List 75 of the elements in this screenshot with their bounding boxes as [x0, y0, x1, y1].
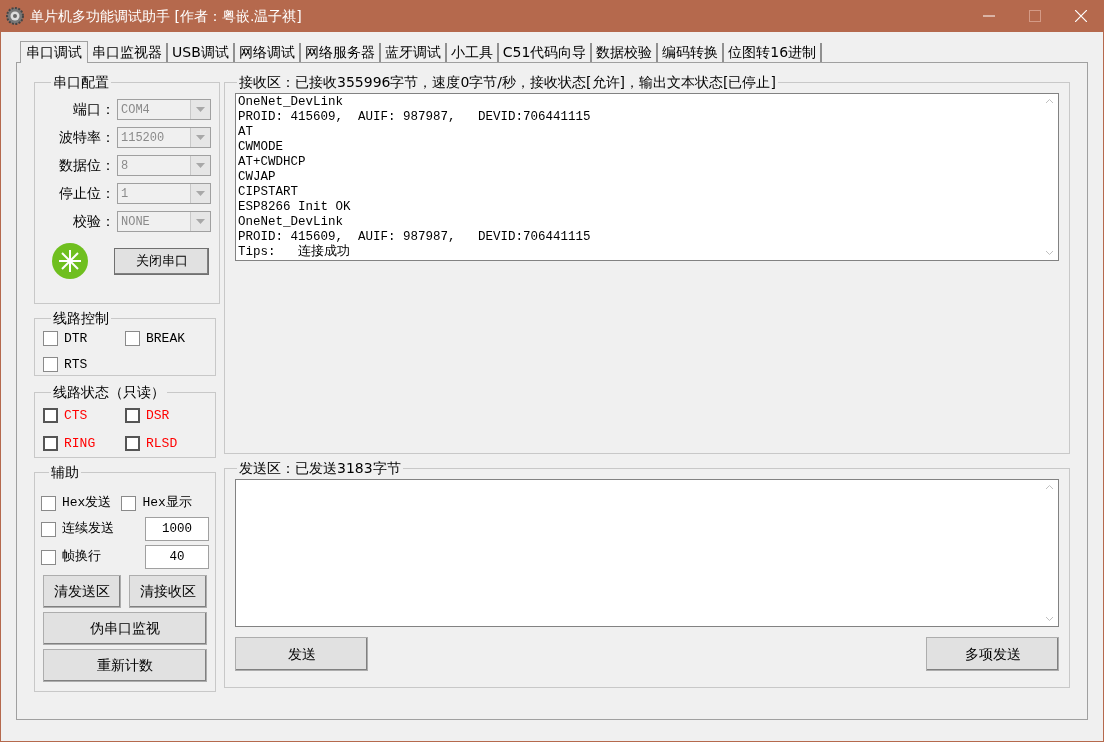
- text-line: PROID: 415609, AUIF: 987987, DEVID:706441115: [238, 110, 592, 125]
- text-line: ESP8266 Init OK: [238, 200, 352, 215]
- send-text-area[interactable]: [235, 479, 1059, 627]
- field-label: 停止位：: [58, 184, 116, 203]
- field-label: 端口：: [72, 100, 116, 119]
- checkbox-label: 连续发送: [62, 520, 114, 539]
- text-line: CIPSTART: [238, 185, 299, 200]
- button[interactable]: 多项发送: [926, 637, 1059, 671]
- tab[interactable]: 网络调试: [234, 43, 301, 62]
- tab[interactable]: 串口监视器: [88, 43, 168, 62]
- checkbox-label: Hex显示: [142, 494, 192, 513]
- tab[interactable]: 编码转换: [658, 43, 725, 62]
- text-line: CWJAP: [238, 170, 277, 185]
- input-field[interactable]: 40: [145, 545, 209, 569]
- scroll-up-icon[interactable]: [1045, 484, 1054, 490]
- button[interactable]: 清接收区: [129, 575, 207, 608]
- gear-icon: [6, 7, 24, 25]
- checkbox-label: CTS: [64, 407, 88, 425]
- close-icon: [1075, 10, 1087, 22]
- checkbox-label: BREAK: [146, 330, 185, 348]
- input-field[interactable]: 1000: [145, 517, 209, 541]
- text-line: AT+CWDHCP: [238, 155, 307, 170]
- checkbox-label: DSR: [146, 407, 170, 425]
- tab[interactable]: USB调试: [168, 43, 235, 62]
- checkbox[interactable]: [43, 356, 58, 372]
- tab[interactable]: 网络服务器: [300, 43, 381, 62]
- dropdown-arrow-icon: [196, 163, 205, 168]
- tab[interactable]: 串口调试: [20, 41, 88, 63]
- group-title: 线路状态（只读）: [52, 383, 166, 402]
- button[interactable]: 伪串口监视: [43, 612, 207, 645]
- receive-text-area[interactable]: OneNet_DevLink PROID: 415609, AUIF: 987987, DEVID:706441115 AT CWMODE AT+CWDHCP CWJAP CIPSTART ESP8266 Init OK OneNet_DevLink PROID: 415609, AUIF: 987987, DEVID:706441115 Tips: 连接成功: [235, 93, 1059, 261]
- group-title: 接收区：已接收355996字节，速度0字节/秒，接收状态[允许]，输出文本状态[已停止]: [238, 73, 777, 92]
- group-title: 辅助: [50, 463, 80, 482]
- close-port-button[interactable]: 关闭串口: [114, 247, 209, 275]
- scroll-up-icon[interactable]: [1045, 98, 1054, 104]
- checkbox[interactable]: [43, 331, 58, 347]
- field-label: 数据位：: [58, 156, 116, 175]
- text-line: AT: [238, 125, 254, 140]
- checkbox-label: RING: [64, 434, 96, 453]
- scroll-down-icon[interactable]: [1045, 250, 1054, 256]
- group-title: 线路控制: [52, 309, 110, 328]
- dropdown-arrow-icon: [196, 135, 205, 140]
- dropdown-arrow-icon: [196, 107, 205, 112]
- text-line: PROID: 415609, AUIF: 987987, DEVID:706441115: [238, 230, 592, 244]
- text-line: CWMODE: [238, 140, 284, 155]
- button[interactable]: 发送: [235, 637, 368, 671]
- checkbox-label: RLSD: [146, 434, 178, 453]
- button[interactable]: 重新计数: [43, 649, 207, 682]
- text-line: Tips: 连接成功: [238, 245, 351, 260]
- text-line: OneNet_DevLink: [238, 95, 345, 110]
- maximize-icon: [1029, 10, 1041, 22]
- field-label: 校验：: [72, 212, 116, 231]
- tab[interactable]: 蓝牙调试: [380, 43, 447, 62]
- field-label: 波特率：: [58, 128, 116, 147]
- checkbox[interactable]: [41, 495, 56, 511]
- checkbox[interactable]: [125, 331, 140, 347]
- tab[interactable]: 位图转16进制: [724, 43, 823, 62]
- checkbox[interactable]: [41, 549, 56, 565]
- button[interactable]: 清发送区: [43, 575, 121, 608]
- scroll-down-icon[interactable]: [1045, 616, 1054, 622]
- checkbox-label: 帧换行: [62, 548, 101, 567]
- tab[interactable]: 数据校验: [592, 43, 659, 62]
- checkbox-label: DTR: [64, 330, 88, 348]
- tab[interactable]: C51代码向导: [498, 43, 593, 62]
- checkbox-label: Hex发送: [62, 494, 112, 513]
- group-title: 发送区：已发送3183字节: [238, 459, 402, 478]
- text-line: OneNet_DevLink: [238, 215, 345, 230]
- checkbox[interactable]: [41, 521, 56, 537]
- tab[interactable]: 小工具: [446, 43, 499, 62]
- checkbox[interactable]: [121, 495, 137, 511]
- checkbox-label: RTS: [64, 355, 88, 374]
- dropdown-arrow-icon: [196, 219, 205, 224]
- dropdown-arrow-icon: [196, 191, 205, 196]
- window-title: 单片机多功能调试助手 [作者：粤嵌.温子祺]: [30, 6, 302, 26]
- group-title: 串口配置: [52, 73, 110, 92]
